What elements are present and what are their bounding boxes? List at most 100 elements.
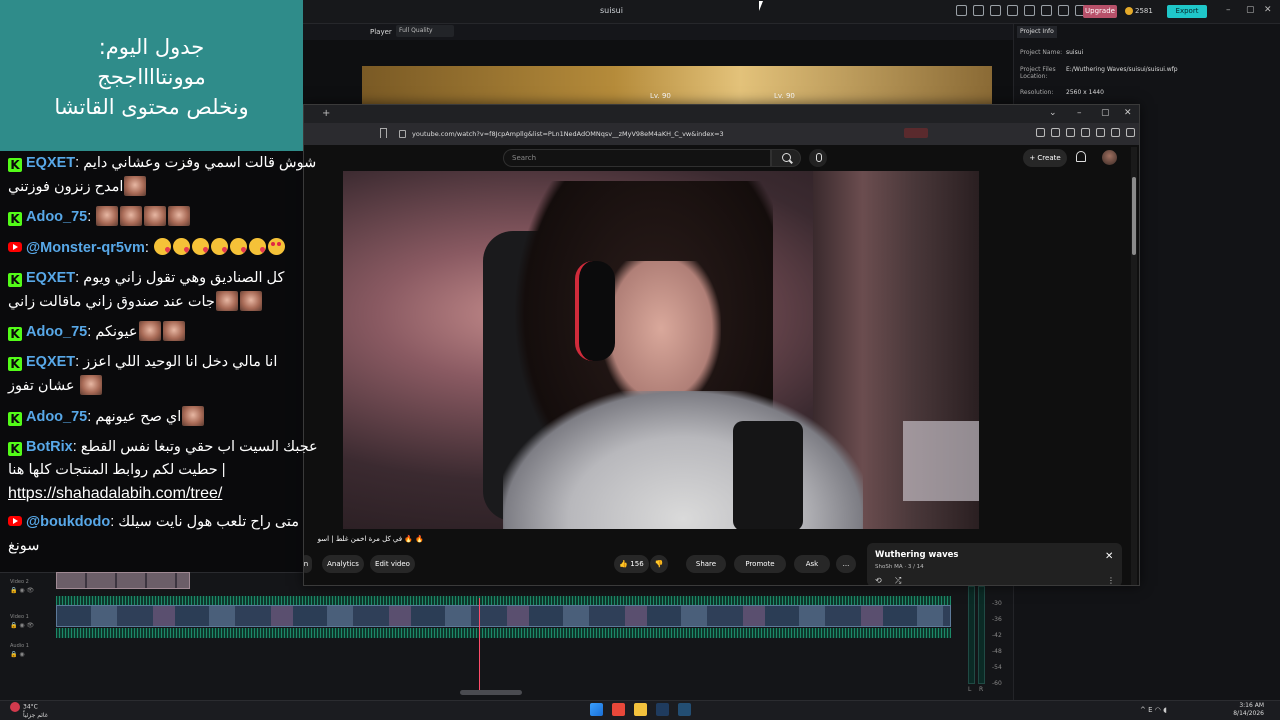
more-vert-icon[interactable]: ⋮ — [1107, 576, 1115, 585]
setup-link[interactable]: https://shahadalabih.com/tree/ — [8, 485, 222, 502]
playlist-panel[interactable]: Wuthering waves ShoSh MA · 3 / 14 ✕ ⟲ ⤮ … — [867, 543, 1122, 585]
more-button[interactable]: ... — [836, 555, 856, 573]
scroll-thumb[interactable] — [1132, 177, 1136, 255]
save-icon[interactable] — [1024, 5, 1035, 16]
tab-project-info[interactable]: Project Info — [1017, 26, 1057, 38]
weather-widget[interactable]: 34°C غائم جزئياً — [10, 702, 48, 719]
close-icon[interactable]: ✕ — [1105, 551, 1113, 562]
upgrade-button[interactable]: Upgrade — [1083, 5, 1117, 18]
video-player[interactable] — [343, 171, 979, 529]
new-tab-icon[interactable]: + — [322, 108, 330, 119]
create-button[interactable]: + Create — [1023, 149, 1067, 167]
track-controls[interactable]: 🔒 ◉ 👁 — [10, 622, 34, 629]
bell-icon[interactable] — [1076, 151, 1086, 162]
playlist-title[interactable]: Wuthering waves — [875, 550, 958, 560]
bookmarks-icon[interactable] — [1081, 128, 1090, 137]
shield-icon[interactable] — [1111, 128, 1120, 137]
chat-message-cont: جات عند صندوق زاني ماقالت زاني — [8, 290, 298, 314]
like-icon: 👍 — [619, 560, 631, 568]
system-tray[interactable]: ^ E ◠ ◖ — [1140, 706, 1167, 714]
gear-icon[interactable] — [1058, 5, 1069, 16]
chat-username: Adoo_75 — [26, 409, 88, 425]
like-button[interactable]: 👍 156 — [614, 555, 649, 573]
track-label-audio-1: Audio 1 — [10, 643, 29, 649]
meter-scale: -42 — [992, 632, 1002, 639]
video-background-object — [903, 421, 979, 501]
chat-message: K EQXET: انا مالي دخل انا الوحيد اللي اعز… — [8, 350, 298, 374]
steam-icon[interactable] — [656, 703, 669, 716]
track-label-video-1: Video 1 — [10, 614, 29, 620]
search-input[interactable]: Search — [503, 149, 771, 167]
browser-chevron-icon[interactable]: ⌄ — [1049, 108, 1057, 118]
page-scrollbar[interactable] — [1131, 147, 1137, 585]
dislike-icon[interactable]: 👎 — [650, 555, 668, 573]
browser-minimize-icon[interactable]: – — [1077, 108, 1082, 118]
sidebar-icon[interactable] — [1066, 128, 1075, 137]
chat-link[interactable]: https://shahadalabih.com/tree/ — [8, 482, 298, 506]
ask-button[interactable]: Ask — [794, 555, 830, 573]
extension-icons[interactable] — [1036, 128, 1135, 137]
tray-chevron-icon[interactable]: ^ — [1140, 706, 1148, 714]
brave-browser-icon[interactable] — [612, 703, 625, 716]
volume-icon[interactable]: ◖ — [1163, 706, 1167, 714]
loop-icon[interactable]: ⟲ — [875, 576, 882, 585]
bookmark-icon[interactable] — [380, 128, 387, 138]
avatar[interactable] — [1102, 150, 1117, 165]
timeline-clip-cam[interactable] — [56, 572, 190, 589]
timeline-clip-wuthering[interactable] — [56, 605, 951, 627]
wifi-icon[interactable]: ◠ — [1155, 706, 1161, 714]
windows-start-icon[interactable] — [590, 703, 603, 716]
kick-icon: K — [8, 327, 22, 341]
channel-button[interactable]: n — [304, 555, 312, 573]
search-icon[interactable] — [771, 149, 801, 167]
home-icon[interactable] — [956, 5, 967, 16]
clock[interactable]: 3:16 AM 8/14/2026 — [1232, 702, 1264, 718]
chat-message: K Adoo_75: — [8, 205, 298, 229]
promote-button[interactable]: Promote — [734, 555, 786, 573]
edit-video-button[interactable]: Edit video — [370, 555, 415, 573]
browser-restore-icon[interactable]: ▢ — [1101, 108, 1110, 118]
close-icon[interactable]: ✕ — [1264, 5, 1272, 15]
file-icon[interactable] — [1007, 5, 1018, 16]
shuffle-icon[interactable]: ⤮ — [895, 576, 901, 585]
track-controls[interactable]: 🔒 ◉ 👁 — [10, 587, 34, 594]
taskbar-apps[interactable] — [590, 703, 691, 716]
playhead[interactable] — [479, 598, 480, 690]
timeline-scrollbar[interactable] — [460, 690, 522, 695]
quality-select[interactable]: Full Quality — [396, 25, 454, 37]
chat-text: اي صح عيونهم — [95, 409, 182, 425]
cloud-icon[interactable] — [1041, 5, 1052, 16]
time: 3:16 AM — [1239, 702, 1264, 709]
chat-text: امدح زنزون فوزتني — [8, 179, 124, 195]
export-button[interactable]: Export — [1167, 5, 1207, 18]
emote-icon — [182, 406, 205, 426]
chat-message: @boukdodo: متى راح تلعب هول نايت سيلك — [8, 510, 299, 534]
video-editor-icon[interactable] — [678, 703, 691, 716]
file-explorer-icon[interactable] — [634, 703, 647, 716]
track-controls[interactable]: 🔒 ◉ — [10, 651, 25, 658]
list-icon[interactable] — [990, 5, 1001, 16]
editor-toolbar-icons[interactable] — [956, 5, 1103, 16]
video-person-hoodie — [503, 391, 863, 529]
chat-text: عيونكم — [95, 324, 138, 340]
send-icon[interactable] — [973, 5, 984, 16]
url-field[interactable]: youtube.com/watch?v=f8JcpAmpllg&list=PLn… — [396, 127, 866, 141]
extension-icon[interactable] — [1096, 128, 1105, 137]
video-person-face — [601, 261, 721, 411]
browser-close-icon[interactable]: ✕ — [1124, 108, 1132, 118]
chat-text: سونغ — [8, 538, 40, 554]
analytics-button[interactable]: Analytics — [322, 555, 364, 573]
chat-message: K Adoo_75: عيونكم — [8, 320, 298, 344]
keyboard-lang[interactable]: E — [1148, 706, 1152, 714]
share-button[interactable]: Share — [686, 555, 726, 573]
meter-right — [978, 586, 985, 684]
extension-icon[interactable] — [1036, 128, 1045, 137]
restore-icon[interactable]: ▢ — [1246, 5, 1255, 15]
menu-icon[interactable] — [1126, 128, 1135, 137]
extension-badge[interactable] — [904, 128, 928, 138]
music-icon[interactable] — [1051, 128, 1060, 137]
kick-icon: K — [8, 357, 22, 371]
minimize-icon[interactable]: – — [1226, 5, 1231, 15]
mic-icon[interactable] — [809, 149, 827, 167]
chat-message: K EQXET: كل الصناديق وهي تقول زاني ويوم — [8, 266, 298, 290]
